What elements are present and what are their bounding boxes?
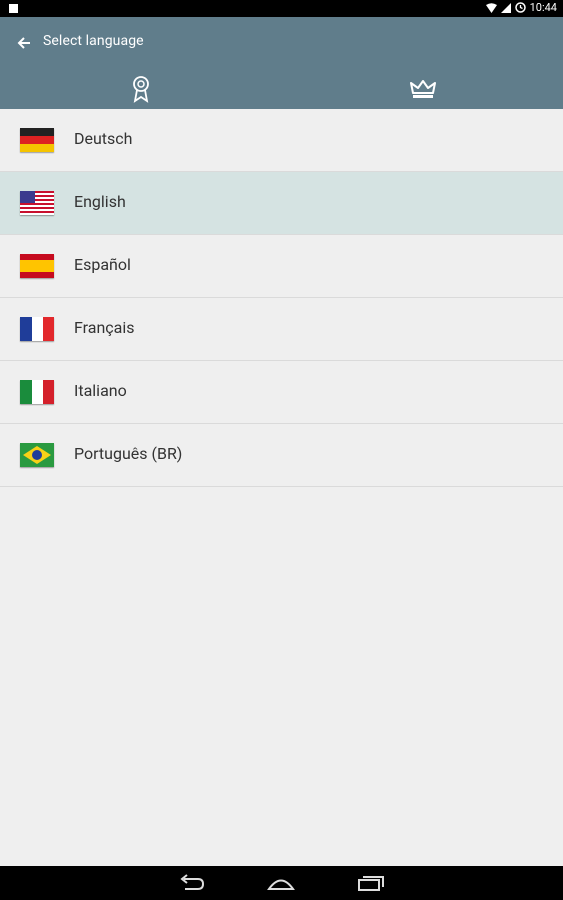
list-item-francais[interactable]: Français [0, 298, 563, 361]
signal-icon [500, 2, 511, 13]
language-label: Español [74, 255, 131, 274]
nav-recents-button[interactable] [357, 874, 385, 892]
us-flag-icon [20, 191, 54, 215]
language-label: Italiano [74, 381, 127, 400]
back-nav-icon [180, 874, 205, 890]
list-item-italiano[interactable]: Italiano [0, 361, 563, 424]
tab-premium[interactable] [282, 69, 563, 109]
es-flag-icon [20, 254, 54, 278]
fr-flag-icon [20, 317, 54, 341]
list-item-deutsch[interactable]: Deutsch [0, 109, 563, 172]
language-label: Português (BR) [74, 444, 183, 463]
arrow-back-icon [17, 37, 30, 49]
br-flag-icon [20, 443, 54, 467]
it-flag-icon [20, 380, 54, 404]
language-list: Deutsch English Español Français Italian… [0, 109, 563, 487]
page-title: Select language [43, 33, 144, 49]
recents-nav-icon [358, 876, 384, 891]
language-label: Français [74, 318, 135, 337]
list-item-portugues-br[interactable]: Português (BR) [0, 424, 563, 487]
wifi-icon [485, 2, 497, 13]
navigation-bar [0, 866, 563, 900]
app-bar: Select language [0, 17, 563, 109]
home-nav-icon [267, 879, 295, 890]
list-item-english[interactable]: English [0, 172, 563, 235]
notification-icon [9, 4, 18, 13]
ribbon-icon [132, 76, 149, 103]
language-label: English [74, 192, 126, 211]
status-icons: 10:44 [485, 1, 557, 14]
de-flag-icon [20, 128, 54, 152]
alarm-icon [514, 2, 526, 13]
crown-icon [409, 80, 436, 98]
list-item-espanol[interactable]: Español [0, 235, 563, 298]
clock: 10:44 [529, 1, 557, 14]
back-button[interactable] [14, 33, 34, 53]
nav-back-button[interactable] [178, 874, 206, 892]
status-bar: 10:44 [0, 0, 563, 17]
nav-home-button[interactable] [267, 874, 295, 892]
tab-achievements[interactable] [0, 69, 281, 109]
language-label: Deutsch [74, 129, 133, 148]
